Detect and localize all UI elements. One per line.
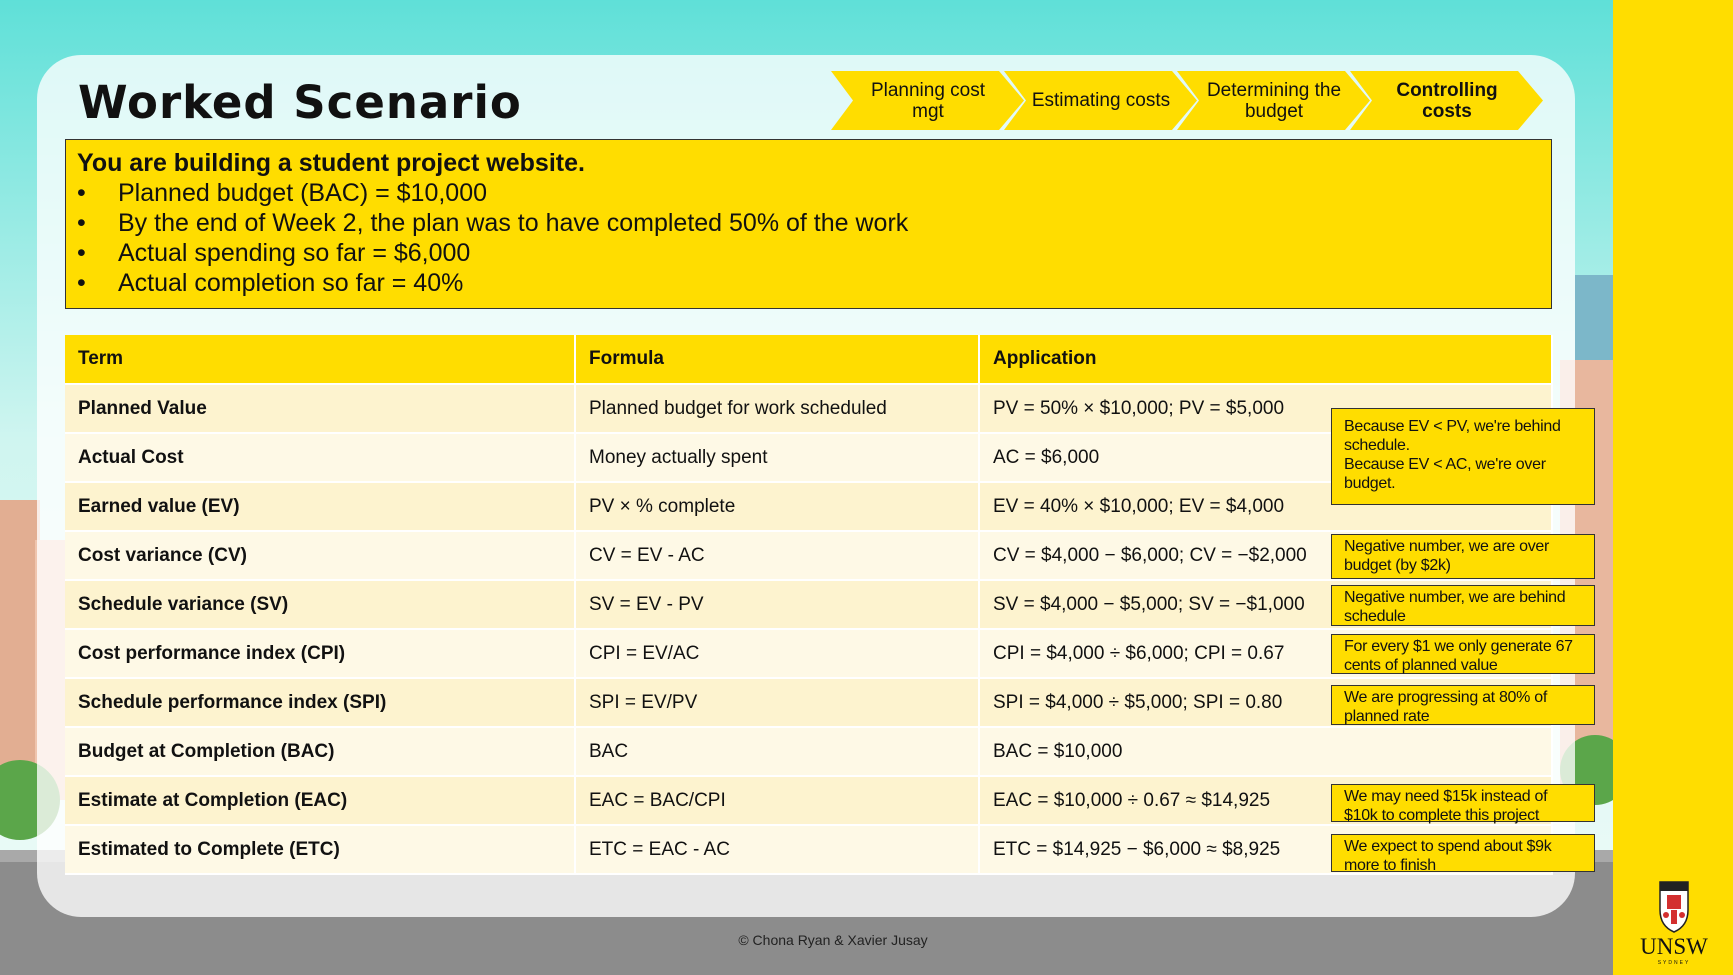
formula-cell: Money actually spent [575, 433, 980, 483]
step-determining-the-budget[interactable]: Determining the budget [1177, 71, 1370, 130]
step-planning-cost-mgt[interactable]: Planning cost mgt [831, 71, 1024, 130]
column-header-formula: Formula [575, 335, 980, 385]
unsw-logo: UNSW SYDNEY [1636, 880, 1712, 971]
column-header-term: Term [65, 335, 576, 385]
step-controlling-costs[interactable]: Controlling costs [1350, 71, 1543, 130]
term-cell: Estimate at Completion (EAC) [65, 776, 576, 826]
note-cost-variance: Negative number, we are over budget (by … [1331, 534, 1595, 579]
step-label: Controlling costs [1396, 79, 1498, 122]
note-spi: We are progressing at 80% of planned rat… [1331, 685, 1595, 725]
bullet-text: Planned budget (BAC) = $10,000 [118, 179, 488, 207]
table-row: Actual Cost Money actually spent AC = $6,0… [65, 433, 1553, 483]
step-label: Estimating costs [1031, 90, 1171, 111]
formula-cell: EAC = BAC/CPI [575, 776, 980, 826]
table-row: Planned Value Planned budget for work sch… [65, 384, 1553, 434]
term-cell: Earned value (EV) [65, 482, 576, 532]
scenario-bullets: • Planned budget (BAC) = $10,000 • By the … [77, 178, 1540, 298]
note-schedule-budget-status: Because EV < PV, we're behind schedule. … [1331, 408, 1595, 505]
table-header-row: Term Formula Application [65, 335, 1553, 385]
formula-cell: ETC = EAC - AC [575, 825, 980, 875]
formula-cell: PV × % complete [575, 482, 980, 532]
application-cell: BAC = $10,000 [979, 727, 1553, 777]
table-row: Schedule performance index (SPI) SPI = EV… [65, 678, 1553, 728]
table-row: Estimate at Completion (EAC) EAC = BAC/CP… [65, 776, 1553, 826]
table-row: Earned value (EV) PV × % complete EV = 40%… [65, 482, 1553, 532]
list-item: • By the end of Week 2, the plan was to h… [77, 208, 1540, 238]
bullet-text: Actual completion so far = 40% [118, 269, 464, 297]
bullet-text: By the end of Week 2, the plan was to ha… [118, 209, 909, 237]
logo-subtext: SYDNEY [1658, 960, 1691, 966]
term-cell: Estimated to Complete (ETC) [65, 825, 576, 875]
term-cell: Cost performance index (CPI) [65, 629, 576, 679]
copyright-footer: © Chona Ryan & Xavier Jusay [738, 932, 928, 948]
term-cell: Schedule variance (SV) [65, 580, 576, 630]
formula-cell: CPI = EV/AC [575, 629, 980, 679]
term-cell: Cost variance (CV) [65, 531, 576, 581]
page-title: Worked Scenario [78, 76, 522, 129]
formula-cell: BAC [575, 727, 980, 777]
step-label: Planning cost mgt [870, 79, 986, 122]
note-etc: We expect to spend about $9k more to fin… [1331, 834, 1595, 874]
logo-wordmark: UNSW [1640, 934, 1708, 959]
scenario-heading: You are building a student project websi… [77, 149, 585, 177]
note-schedule-variance: Negative number, we are behind schedule [1331, 585, 1595, 626]
column-header-application: Application [979, 335, 1553, 385]
brand-sidebar [1613, 0, 1733, 975]
bullet-icon: • [77, 239, 86, 267]
list-item: • Planned budget (BAC) = $10,000 [77, 178, 1540, 208]
table-row: Estimated to Complete (ETC) ETC = EAC - A… [65, 825, 1553, 875]
bullet-text: Actual spending so far = $6,000 [118, 239, 471, 267]
term-cell: Actual Cost [65, 433, 576, 483]
table-row: Schedule variance (SV) SV = EV - PV SV = $… [65, 580, 1553, 630]
step-estimating-costs[interactable]: Estimating costs [1004, 71, 1197, 130]
table-row: Cost variance (CV) CV = EV - AC CV = $4,00… [65, 531, 1553, 581]
step-label: Determining the budget [1206, 79, 1342, 122]
formula-cell: SV = EV - PV [575, 580, 980, 630]
bullet-icon: • [77, 209, 86, 237]
note-eac: We may need $15k instead of $10k to comp… [1331, 784, 1595, 824]
scenario-box: You are building a student project websi… [65, 139, 1552, 309]
term-cell: Planned Value [65, 384, 576, 434]
note-cpi: For every $1 we only generate 67 cents o… [1331, 634, 1595, 674]
table-row: Cost performance index (CPI) CPI = EV/AC C… [65, 629, 1553, 679]
formula-cell: CV = EV - AC [575, 531, 980, 581]
table-row: Budget at Completion (BAC) BAC BAC = $10,0… [65, 727, 1553, 777]
earned-value-table: Term Formula Application Planned Value Pl… [65, 335, 1553, 875]
list-item: • Actual spending so far = $6,000 [77, 238, 1540, 268]
unsw-crest-icon: UNSW SYDNEY [1640, 881, 1708, 966]
term-cell: Budget at Completion (BAC) [65, 727, 576, 777]
bullet-icon: • [77, 179, 86, 207]
bullet-icon: • [77, 269, 86, 297]
term-cell: Schedule performance index (SPI) [65, 678, 576, 728]
list-item: • Actual completion so far = 40% [77, 268, 1540, 298]
formula-cell: Planned budget for work scheduled [575, 384, 980, 434]
formula-cell: SPI = EV/PV [575, 678, 980, 728]
